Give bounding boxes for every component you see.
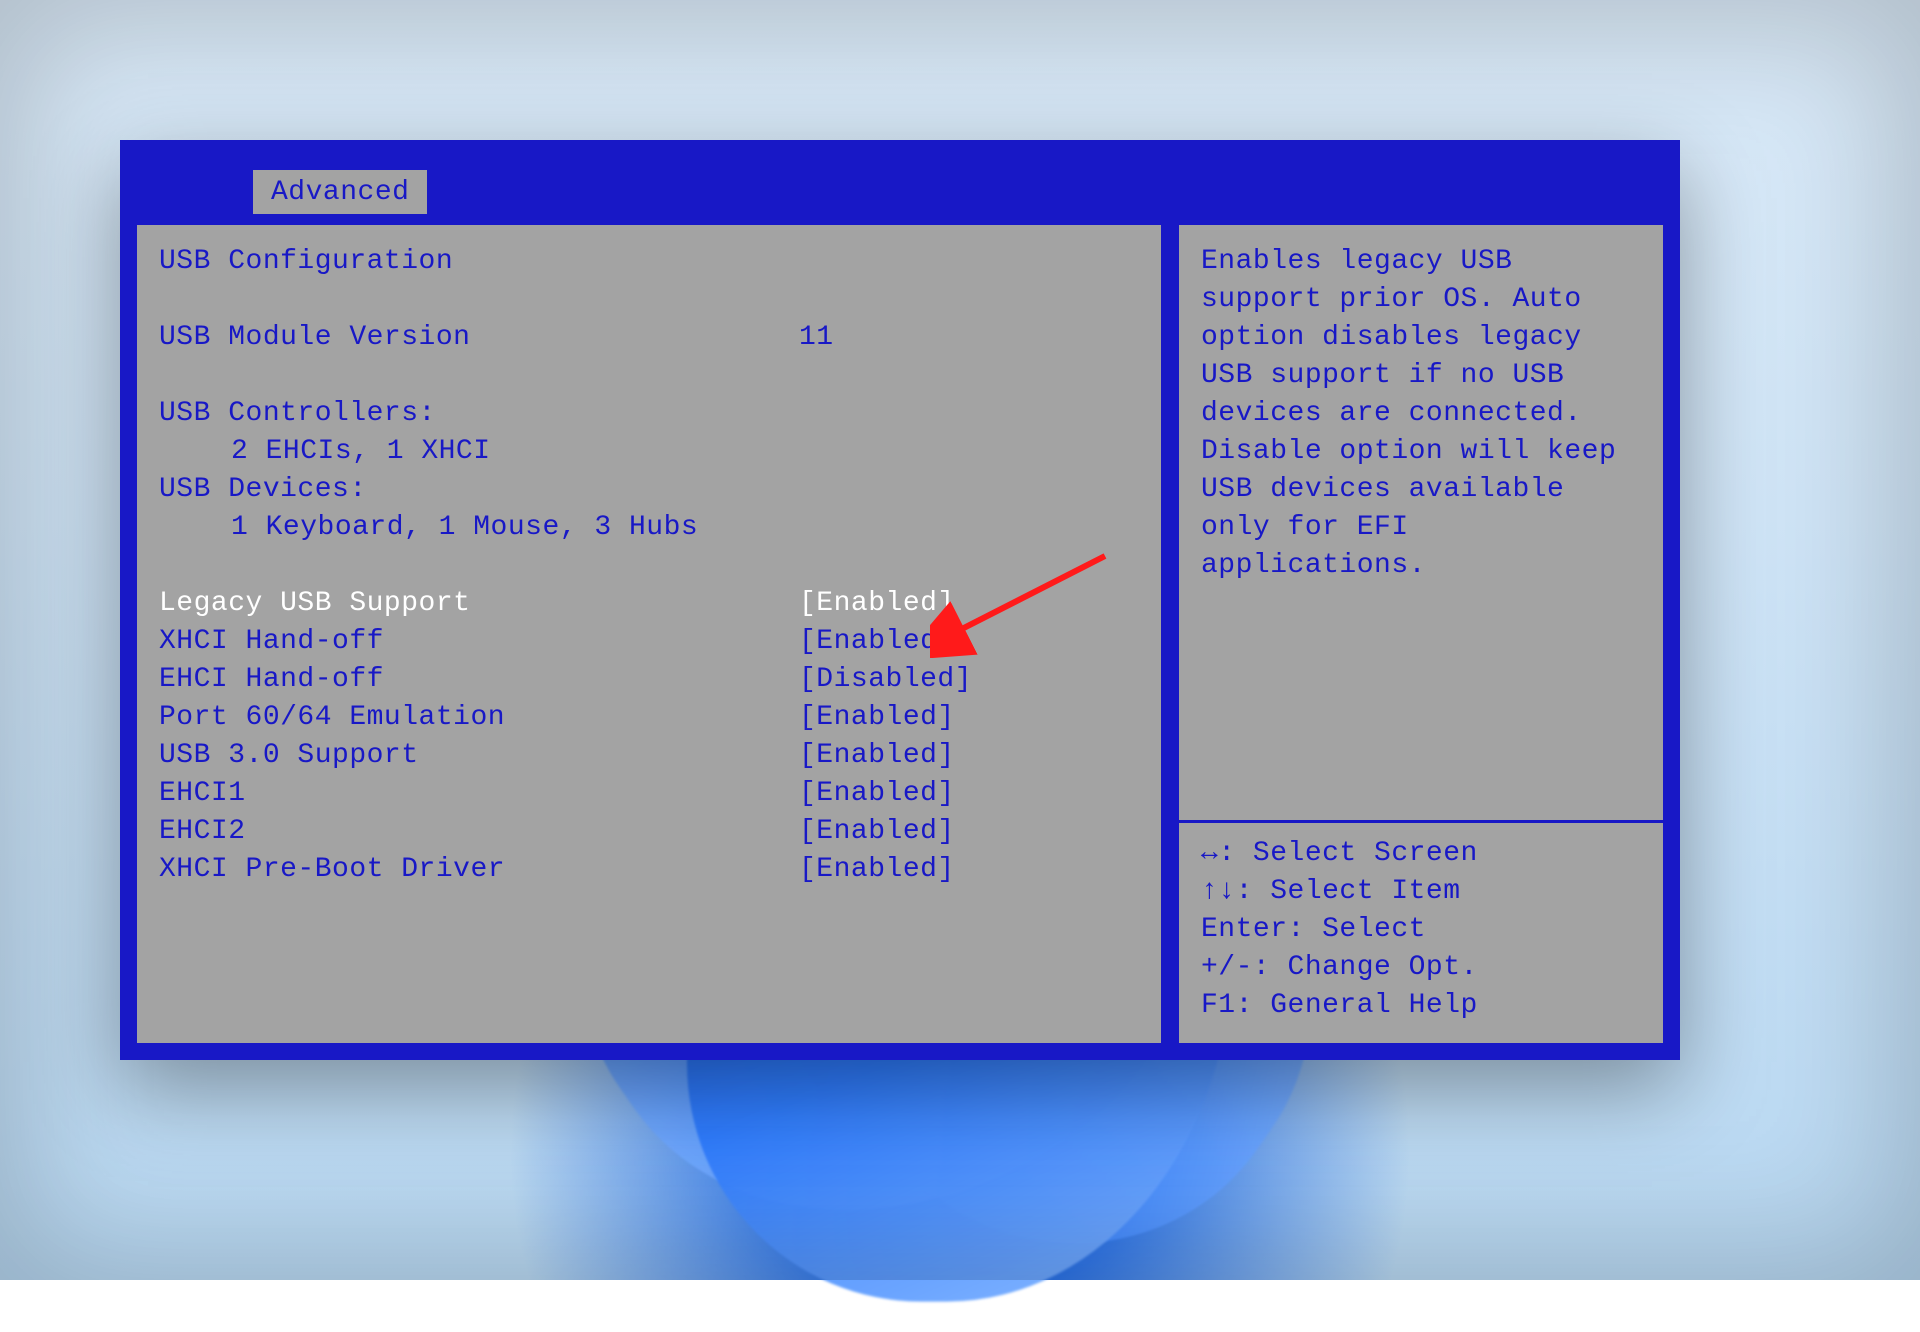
option-port-6064-emulation[interactable]: Port 60/64 Emulation [Enabled] xyxy=(159,699,1139,737)
bios-tab-strip: Advanced xyxy=(120,140,1680,214)
help-pane: Enables legacy USB support prior OS. Aut… xyxy=(1176,222,1666,1046)
section-title: USB Configuration xyxy=(159,243,1139,281)
usb-module-version-value: 11 xyxy=(799,319,834,357)
legend-select-screen: ↔: Select Screen xyxy=(1201,835,1641,873)
option-label: EHCI Hand-off xyxy=(159,661,799,699)
option-label: XHCI Pre-Boot Driver xyxy=(159,851,799,889)
usb-controllers-value: 2 EHCIs, 1 XHCI xyxy=(159,433,1139,471)
option-label: EHCI1 xyxy=(159,775,799,813)
help-text: Enables legacy USB support prior OS. Aut… xyxy=(1201,243,1641,808)
usb-devices-value: 1 Keyboard, 1 Mouse, 3 Hubs xyxy=(159,509,1139,547)
usb-module-version-row: USB Module Version 11 xyxy=(159,319,1139,357)
option-xhci-hand-off[interactable]: XHCI Hand-off [Enabled] xyxy=(159,623,1139,661)
option-ehci2[interactable]: EHCI2 [Enabled] xyxy=(159,813,1139,851)
option-value: [Enabled] xyxy=(799,851,955,889)
usb-controllers-label: USB Controllers: xyxy=(159,395,1139,433)
option-value: [Enabled] xyxy=(799,699,955,737)
option-value: [Disabled] xyxy=(799,661,972,699)
option-label: Legacy USB Support xyxy=(159,585,799,623)
option-label: XHCI Hand-off xyxy=(159,623,799,661)
option-value: [Enabled] xyxy=(799,813,955,851)
option-usb-3-0-support[interactable]: USB 3.0 Support [Enabled] xyxy=(159,737,1139,775)
option-label: Port 60/64 Emulation xyxy=(159,699,799,737)
option-xhci-pre-boot-driver[interactable]: XHCI Pre-Boot Driver [Enabled] xyxy=(159,851,1139,889)
divider xyxy=(1179,820,1663,823)
bios-window: Advanced USB Configuration USB Module Ve… xyxy=(120,140,1680,1060)
legend-select-item: ↑↓: Select Item xyxy=(1201,873,1641,911)
legend-general-help: F1: General Help xyxy=(1201,987,1641,1025)
usb-module-version-label: USB Module Version xyxy=(159,319,799,357)
option-label: EHCI2 xyxy=(159,813,799,851)
legend-enter-select: Enter: Select xyxy=(1201,911,1641,949)
usb-devices-label: USB Devices: xyxy=(159,471,1139,509)
legend-change-opt: +/-: Change Opt. xyxy=(1201,949,1641,987)
option-value: [Enabled] xyxy=(799,775,955,813)
option-ehci-hand-off[interactable]: EHCI Hand-off [Disabled] xyxy=(159,661,1139,699)
option-value: [Enabled] xyxy=(799,623,955,661)
tab-advanced[interactable]: Advanced xyxy=(250,167,430,214)
option-value: [Enabled] xyxy=(799,737,955,775)
settings-pane: USB Configuration USB Module Version 11 … xyxy=(134,222,1164,1046)
option-legacy-usb-support[interactable]: Legacy USB Support [Enabled] xyxy=(159,585,1139,623)
option-label: USB 3.0 Support xyxy=(159,737,799,775)
option-ehci1[interactable]: EHCI1 [Enabled] xyxy=(159,775,1139,813)
option-value: [Enabled] xyxy=(799,585,955,623)
